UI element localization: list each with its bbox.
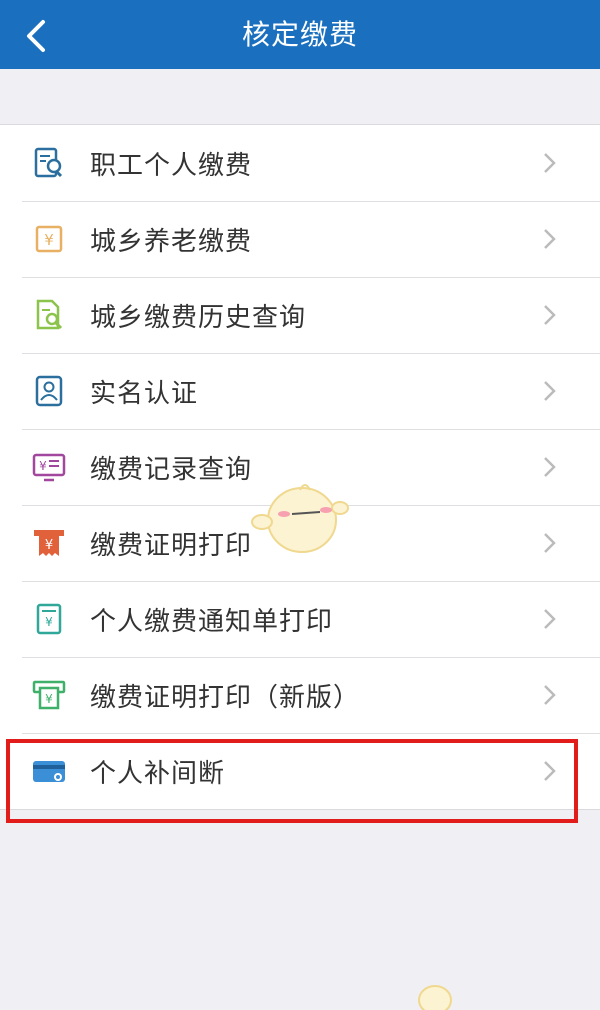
payment-menu-list: 职工个人缴费 ¥ 城乡养老缴费 城乡缴费历史查询 实名认证 ¥ 缴费记录查询 ¥… — [0, 124, 600, 810]
menu-item-payment-record-query[interactable]: ¥ 缴费记录查询 — [0, 429, 600, 505]
menu-item-payment-history-query[interactable]: 城乡缴费历史查询 — [0, 277, 600, 353]
menu-item-label: 城乡缴费历史查询 — [90, 302, 307, 333]
chevron-right-icon — [544, 685, 556, 705]
menu-item-personal-gap-payment[interactable]: 个人补间断 — [0, 733, 600, 809]
chevron-right-icon — [544, 305, 556, 325]
notice-print-icon: ¥ — [32, 602, 66, 636]
svg-text:¥: ¥ — [45, 538, 53, 553]
chevron-right-icon — [544, 457, 556, 477]
menu-item-employee-payment[interactable]: 职工个人缴费 — [0, 125, 600, 201]
menu-item-rural-pension-payment[interactable]: ¥ 城乡养老缴费 — [0, 201, 600, 277]
svg-text:¥: ¥ — [39, 459, 47, 473]
menu-item-label: 缴费证明打印 — [90, 530, 253, 561]
menu-item-label: 城乡养老缴费 — [90, 226, 253, 257]
menu-item-label: 实名认证 — [90, 378, 199, 409]
document-search-icon — [32, 298, 66, 332]
svg-text:¥: ¥ — [45, 615, 53, 629]
top-nav-bar: 核定缴费 — [0, 0, 600, 69]
chevron-right-icon — [544, 153, 556, 173]
menu-item-payment-proof-print-new[interactable]: ¥ 缴费证明打印（新版） — [0, 657, 600, 733]
id-card-icon — [32, 374, 66, 408]
certificate-print-icon: ¥ — [32, 678, 66, 712]
menu-item-label: 缴费证明打印（新版） — [90, 682, 361, 713]
menu-item-payment-notice-print[interactable]: ¥ 个人缴费通知单打印 — [0, 581, 600, 657]
chevron-right-icon — [544, 229, 556, 249]
employee-payment-icon — [32, 146, 66, 180]
menu-item-label: 个人补间断 — [90, 758, 226, 789]
monitor-yuan-icon: ¥ — [32, 450, 66, 484]
menu-item-real-name-auth[interactable]: 实名认证 — [0, 353, 600, 429]
chevron-right-icon — [544, 533, 556, 553]
credit-card-icon — [32, 754, 66, 788]
svg-text:¥: ¥ — [45, 692, 53, 706]
chevron-right-icon — [544, 381, 556, 401]
page-title: 核定缴费 — [241, 18, 358, 51]
receipt-print-icon: ¥ — [32, 526, 66, 560]
chevron-right-icon — [544, 761, 556, 781]
menu-item-label: 缴费记录查询 — [90, 454, 253, 485]
yuan-box-icon: ¥ — [32, 222, 66, 256]
mascot-sticker-partial-icon — [418, 985, 452, 1010]
menu-item-label: 个人缴费通知单打印 — [90, 606, 334, 637]
svg-text:¥: ¥ — [44, 231, 54, 249]
menu-item-label: 职工个人缴费 — [90, 150, 253, 181]
menu-item-payment-proof-print[interactable]: ¥ 缴费证明打印 — [0, 505, 600, 581]
chevron-right-icon — [544, 609, 556, 629]
